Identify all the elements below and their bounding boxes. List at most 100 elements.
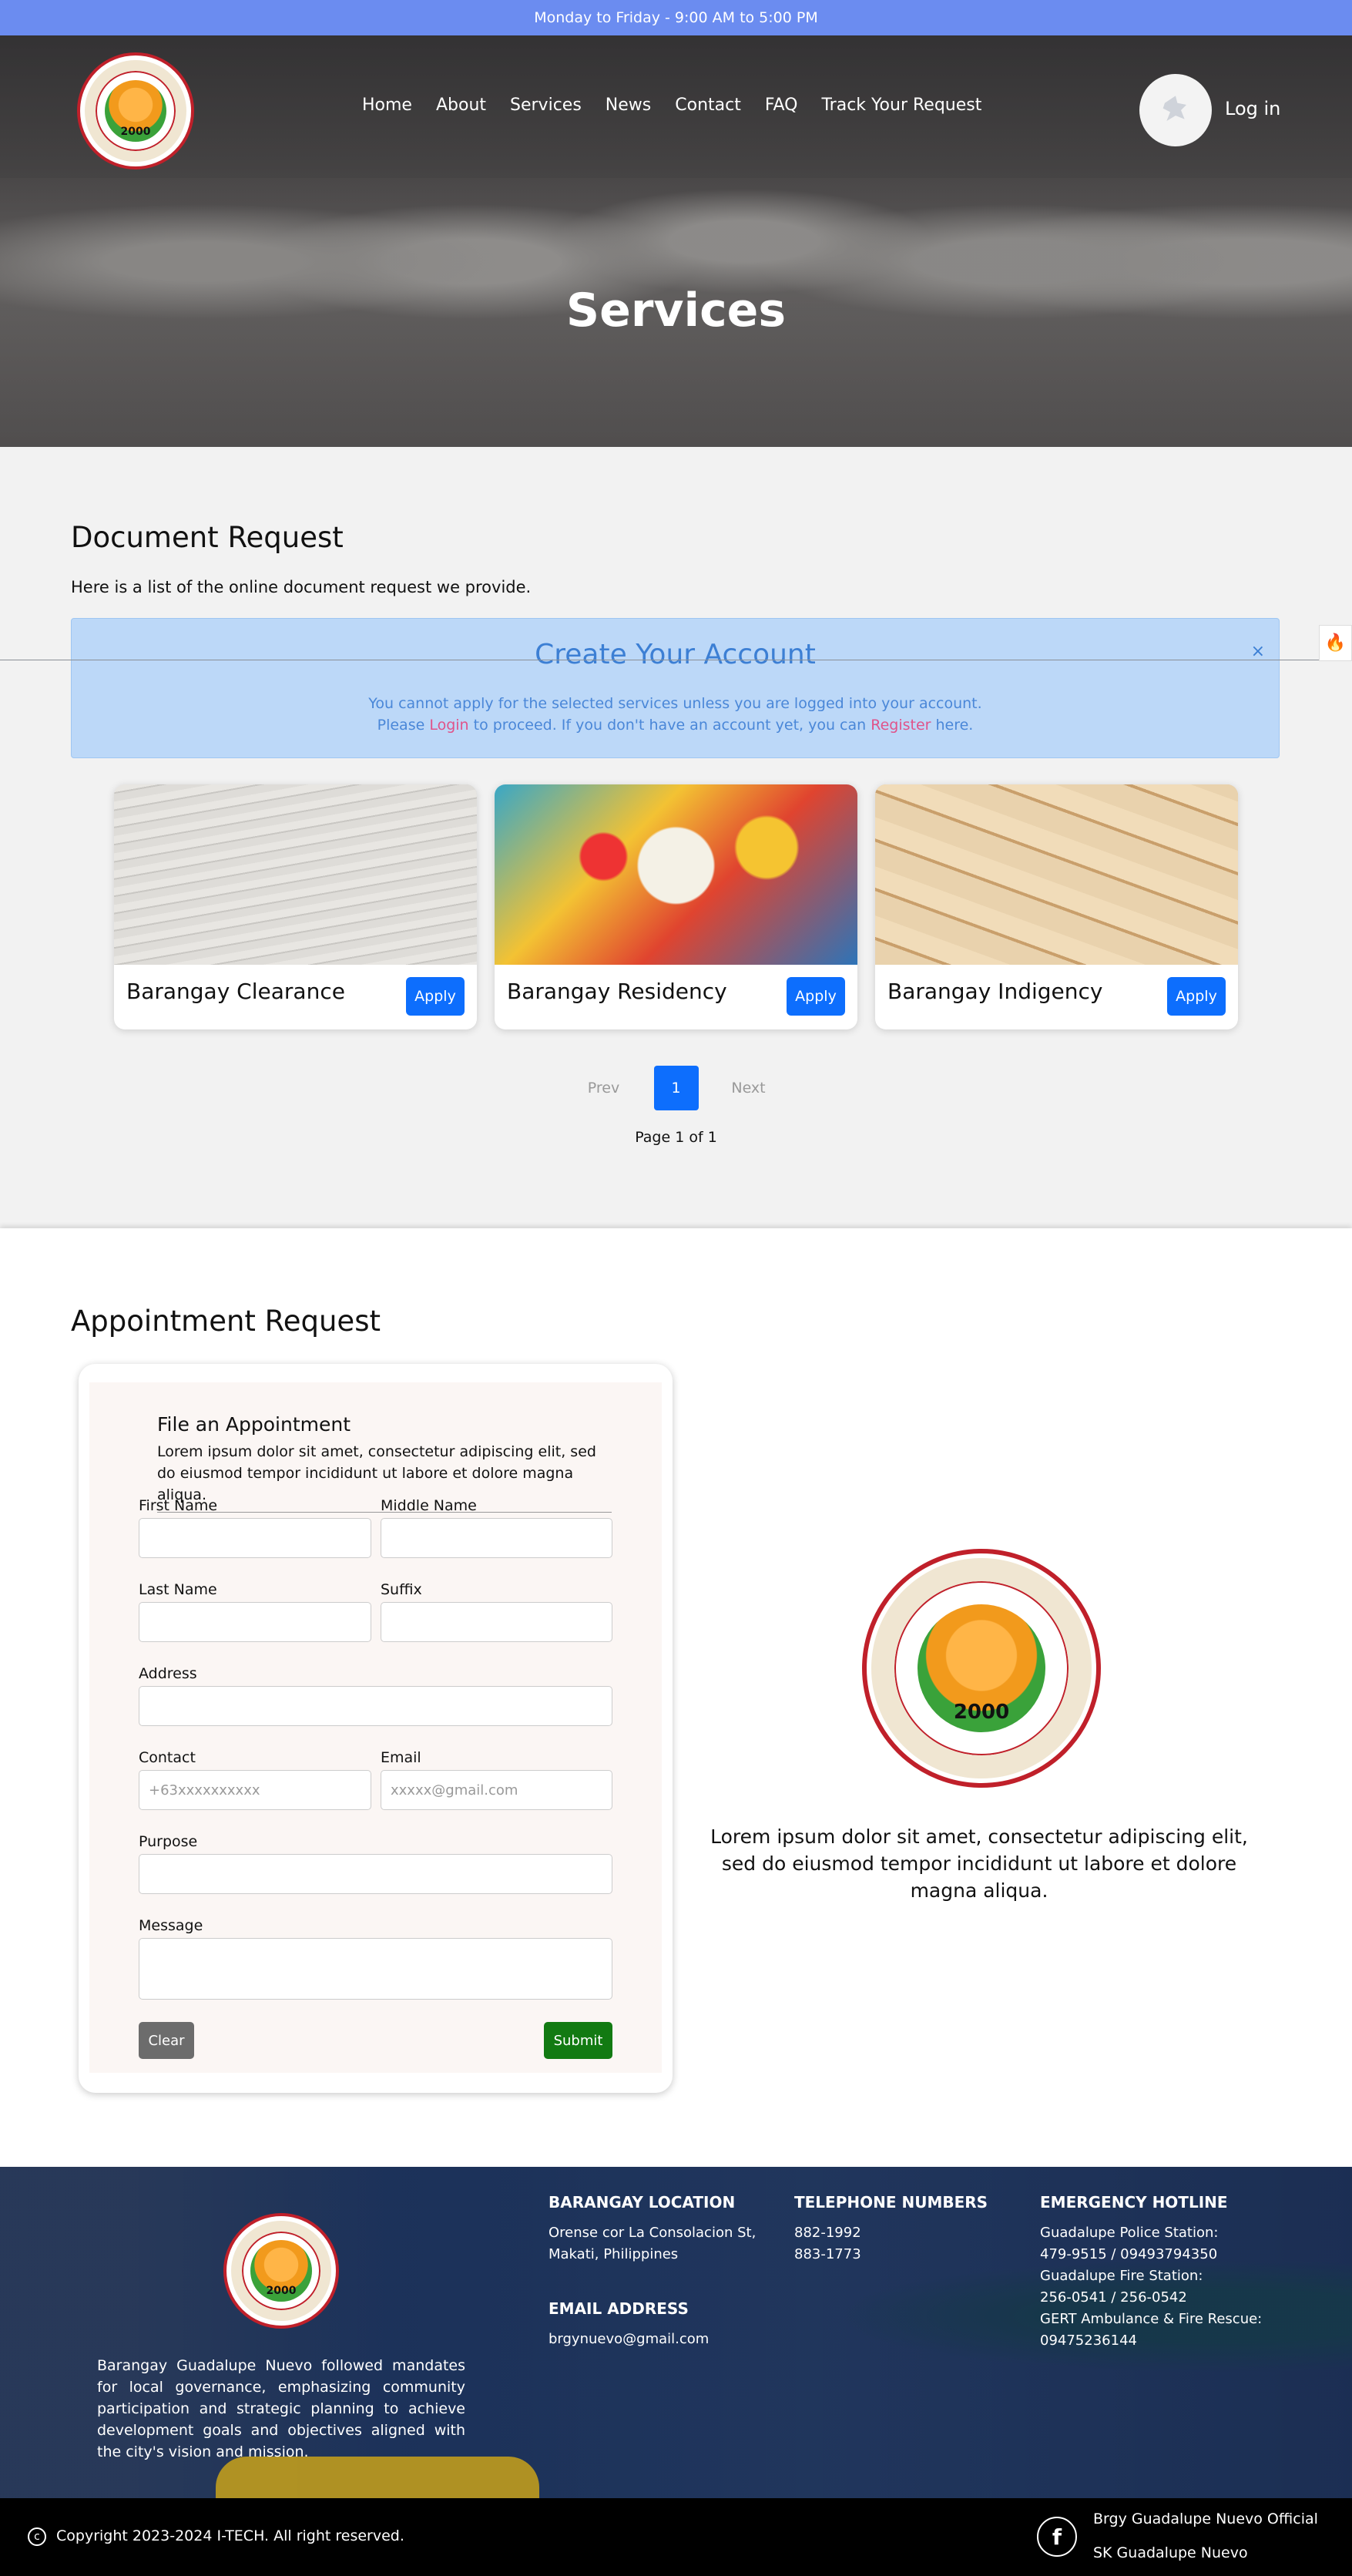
pagination-next[interactable]: Next bbox=[714, 1080, 783, 1097]
apply-indigency-button[interactable]: Apply bbox=[1167, 977, 1226, 1016]
page-title: Services bbox=[565, 284, 787, 338]
hotline-line: Guadalupe Fire Station: bbox=[1040, 2268, 1203, 2284]
copyright-icon: c bbox=[28, 2527, 46, 2546]
logo-year: 2000 bbox=[266, 2285, 297, 2298]
nav-contact[interactable]: Contact bbox=[675, 96, 741, 115]
hotline-line: 256-0541 / 256-0542 bbox=[1040, 2289, 1187, 2306]
appointment-request-title: Appointment Request bbox=[71, 1305, 381, 1338]
footer-email[interactable]: brgynuevo@gmail.com bbox=[549, 2329, 709, 2350]
alert-line-1: You cannot apply for the selected servic… bbox=[368, 695, 982, 712]
telephone-heading: TELEPHONE NUMBERS bbox=[794, 2193, 988, 2212]
fire-icon[interactable]: 🔥 bbox=[1319, 625, 1352, 661]
service-card-residency: Barangay Residency Apply bbox=[495, 784, 857, 1029]
location-line-2: Makati, Philippines bbox=[549, 2246, 679, 2262]
user-avatar[interactable] bbox=[1139, 74, 1212, 146]
alert-close-icon[interactable]: × bbox=[1251, 642, 1265, 661]
first-name-label: First Name bbox=[139, 1497, 218, 1514]
footer-decoration bbox=[216, 2457, 539, 2498]
service-card-title: Barangay Indigency bbox=[887, 979, 1103, 1004]
middle-name-label: Middle Name bbox=[381, 1497, 477, 1514]
apply-residency-button[interactable]: Apply bbox=[787, 977, 845, 1016]
login-link[interactable]: Log in bbox=[1225, 98, 1280, 119]
email-heading: EMAIL ADDRESS bbox=[549, 2299, 689, 2318]
email-label: Email bbox=[381, 1749, 421, 1766]
office-hours-bar: Monday to Friday - 9:00 AM to 5:00 PM bbox=[0, 0, 1352, 35]
barangay-logo[interactable]: 2000 bbox=[77, 52, 194, 170]
footer: 2000 Barangay Guadalupe Nuevo followed m… bbox=[0, 2167, 1352, 2498]
clear-button[interactable]: Clear bbox=[139, 2022, 194, 2059]
purpose-label: Purpose bbox=[139, 1833, 198, 1850]
telephone-list: 882-1992 883-1773 bbox=[794, 2222, 861, 2265]
suffix-label: Suffix bbox=[381, 1581, 422, 1598]
pagination-prev[interactable]: Prev bbox=[569, 1080, 639, 1097]
contact-input[interactable]: +63xxxxxxxxxx bbox=[139, 1770, 371, 1810]
footer-logo: 2000 bbox=[223, 2213, 339, 2329]
facebook-link-sk[interactable]: SK Guadalupe Nuevo bbox=[1093, 2544, 1248, 2561]
telephone-1: 882-1992 bbox=[794, 2225, 861, 2241]
document-request-description: Here is a list of the online document re… bbox=[71, 578, 532, 596]
service-card-indigency: Barangay Indigency Apply bbox=[875, 784, 1238, 1029]
middle-name-input[interactable] bbox=[381, 1518, 612, 1558]
user-avatar-icon bbox=[1162, 96, 1186, 121]
suffix-input[interactable] bbox=[381, 1602, 612, 1642]
location-heading: BARANGAY LOCATION bbox=[549, 2193, 736, 2212]
pagination-page-1[interactable]: 1 bbox=[653, 1066, 699, 1110]
email-input[interactable]: xxxxx@gmail.com bbox=[381, 1770, 612, 1810]
clearance-image bbox=[114, 784, 477, 965]
alert-title: Create Your Account bbox=[535, 639, 816, 670]
appointment-side-text: Lorem ipsum dolor sit amet, consectetur … bbox=[710, 1825, 1248, 1902]
message-textarea[interactable] bbox=[139, 1938, 612, 2000]
location-line-1: Orense cor La Consolacion St, bbox=[549, 2225, 757, 2241]
alert-message: You cannot apply for the selected servic… bbox=[72, 693, 1279, 736]
service-card-title: Barangay Clearance bbox=[126, 979, 345, 1004]
hotline-line: Guadalupe Police Station: bbox=[1040, 2225, 1219, 2241]
hotline-heading: EMERGENCY HOTLINE bbox=[1040, 2193, 1228, 2212]
document-request-title: Document Request bbox=[71, 521, 344, 554]
hotline-list: Guadalupe Police Station: 479-9515 / 094… bbox=[1040, 2222, 1262, 2352]
last-name-label: Last Name bbox=[139, 1581, 217, 1598]
service-card-clearance: Barangay Clearance Apply bbox=[114, 784, 477, 1029]
location-text: Orense cor La Consolacion St, Makati, Ph… bbox=[549, 2222, 756, 2265]
apply-clearance-button[interactable]: Apply bbox=[406, 977, 465, 1016]
service-cards: Barangay Clearance Apply Barangay Reside… bbox=[114, 784, 1238, 1029]
copyright-text: Copyright 2023-2024 I-TECH. All right re… bbox=[56, 2527, 404, 2544]
contact-label: Contact bbox=[139, 1749, 196, 1766]
hotline-line: GERT Ambulance & Fire Rescue: bbox=[1040, 2311, 1263, 2327]
facebook-icon[interactable]: f bbox=[1037, 2517, 1077, 2557]
hotline-line: 479-9515 / 09493794350 bbox=[1040, 2246, 1218, 2262]
hotline-line: 09475236144 bbox=[1040, 2333, 1137, 2349]
copyright-bar: c Copyright 2023-2024 I-TECH. All right … bbox=[0, 2498, 1352, 2576]
hero-banner: 2000 Home About Services News Contact FA… bbox=[0, 35, 1352, 447]
residency-image bbox=[495, 784, 857, 965]
form-heading: File an Appointment bbox=[157, 1413, 351, 1436]
alert-login-link[interactable]: Login bbox=[429, 717, 468, 734]
facebook-link-official[interactable]: Brgy Guadalupe Nuevo Official bbox=[1093, 2511, 1318, 2527]
alert-register-link[interactable]: Register bbox=[871, 717, 931, 734]
submit-button[interactable]: Submit bbox=[544, 2022, 612, 2059]
purpose-input[interactable] bbox=[139, 1854, 612, 1894]
address-label: Address bbox=[139, 1665, 197, 1682]
message-label: Message bbox=[139, 1917, 203, 1934]
create-account-alert: Create Your Account × You cannot apply f… bbox=[71, 618, 1280, 758]
nav-faq[interactable]: FAQ bbox=[765, 96, 798, 115]
nav-services[interactable]: Services bbox=[510, 96, 582, 115]
address-input[interactable] bbox=[139, 1686, 612, 1726]
pagination: Prev 1 Next bbox=[0, 1066, 1352, 1110]
first-name-input[interactable] bbox=[139, 1518, 371, 1558]
appointment-logo: 2000 bbox=[862, 1549, 1101, 1788]
nav-about[interactable]: About bbox=[436, 96, 486, 115]
alert-text-b: to proceed. If you don't have an account… bbox=[468, 717, 871, 734]
alert-line-2: Please Login to proceed. If you don't ha… bbox=[72, 714, 1279, 736]
nav-home[interactable]: Home bbox=[362, 96, 412, 115]
last-name-input[interactable] bbox=[139, 1602, 371, 1642]
logo-year: 2000 bbox=[953, 1700, 1010, 1724]
service-card-title: Barangay Residency bbox=[507, 979, 727, 1004]
logo-year: 2000 bbox=[120, 125, 151, 138]
telephone-2: 883-1773 bbox=[794, 2246, 861, 2262]
nav-track-request[interactable]: Track Your Request bbox=[821, 96, 981, 115]
office-hours-text: Monday to Friday - 9:00 AM to 5:00 PM bbox=[534, 9, 818, 26]
nav-news[interactable]: News bbox=[606, 96, 651, 115]
pagination-info: Page 1 of 1 bbox=[635, 1129, 717, 1146]
indigency-image bbox=[875, 784, 1238, 965]
main-nav: Home About Services News Contact FAQ Tra… bbox=[362, 96, 1005, 115]
